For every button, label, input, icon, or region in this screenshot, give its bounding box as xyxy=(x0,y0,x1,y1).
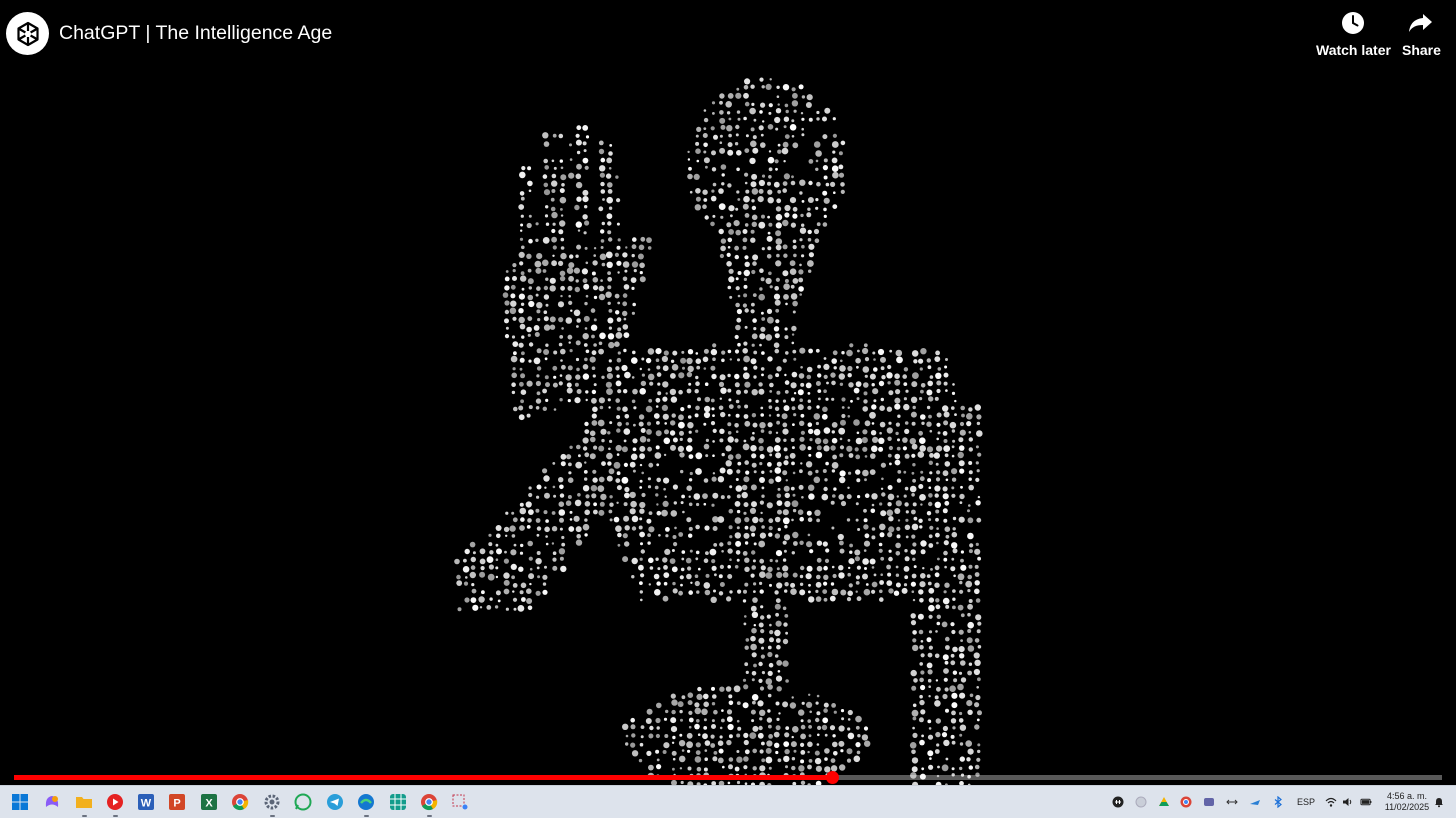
openai-logo-icon xyxy=(16,21,39,46)
gear-icon xyxy=(264,794,280,810)
system-clock[interactable]: 4:56 a. m. 11/02/2025 xyxy=(1378,791,1436,813)
arrows-tray-icon[interactable] xyxy=(1226,796,1238,808)
edge-icon xyxy=(358,794,374,810)
skeleton-dot-figure xyxy=(454,77,983,785)
whatsapp-icon xyxy=(294,793,312,811)
clock-date: 11/02/2025 xyxy=(1384,802,1430,812)
folder-icon xyxy=(76,797,92,808)
video-top-overlay: ChatGPT | The Intelligence Age Watch lat… xyxy=(0,0,1456,70)
circle-tray-icon[interactable] xyxy=(1135,796,1147,808)
bluetooth-icon[interactable] xyxy=(1272,796,1284,808)
powerpoint-icon: P xyxy=(169,794,185,810)
progress-bar[interactable] xyxy=(14,771,1442,784)
drive-tray-icon[interactable] xyxy=(1158,796,1170,808)
taskbar-powerpoint-button[interactable]: P xyxy=(168,793,186,811)
video-player[interactable]: ChatGPT | The Intelligence Age Watch lat… xyxy=(0,0,1456,785)
taskbar-snipping-tool-button[interactable] xyxy=(451,793,469,811)
teams-tray-icon[interactable] xyxy=(1203,796,1215,808)
taskbar-whatsapp-button[interactable] xyxy=(294,793,312,811)
volume-icon[interactable] xyxy=(1342,796,1354,808)
progress-played xyxy=(14,775,833,780)
cloud-tray-icon[interactable] xyxy=(1249,796,1261,808)
taskbar-file-explorer-button[interactable] xyxy=(75,793,93,817)
taskbar-settings-button[interactable] xyxy=(263,793,281,817)
svg-text:X: X xyxy=(205,798,213,810)
wifi-icon[interactable] xyxy=(1325,796,1337,808)
play-circle-icon xyxy=(107,794,123,810)
share-label: Share xyxy=(1402,42,1441,58)
telegram-icon xyxy=(327,794,343,810)
grid-app-icon xyxy=(390,794,406,810)
taskbar-start-button[interactable] xyxy=(11,793,29,811)
share-button[interactable]: Share xyxy=(1402,8,1441,58)
copilot-icon xyxy=(45,796,59,807)
chrome-icon xyxy=(232,794,249,811)
windows-taskbar: W P X ESP 4:56 a. m. 11/02/2025 xyxy=(0,785,1456,818)
audio-app-tray-icon[interactable] xyxy=(1112,796,1124,808)
share-arrow-icon xyxy=(1409,14,1433,32)
svg-text:P: P xyxy=(173,798,180,810)
battery-icon[interactable] xyxy=(1360,796,1372,808)
watch-later-button[interactable]: Watch later xyxy=(1316,8,1391,58)
svg-text:W: W xyxy=(141,798,152,810)
snip-icon xyxy=(452,794,468,810)
taskbar-chrome-button[interactable] xyxy=(231,793,249,811)
taskbar-youtube-music-button[interactable] xyxy=(106,793,124,817)
channel-avatar[interactable] xyxy=(6,12,49,55)
notification-bell-icon[interactable] xyxy=(1433,796,1445,808)
input-language[interactable]: ESP xyxy=(1297,797,1315,807)
taskbar-word-button[interactable]: W xyxy=(137,793,155,811)
windows-icon xyxy=(12,794,28,810)
chrome-icon xyxy=(421,794,438,811)
taskbar-calculator-grid-button[interactable] xyxy=(389,793,407,811)
watch-later-label: Watch later xyxy=(1316,42,1391,58)
taskbar-chrome-profile-button[interactable] xyxy=(420,793,438,817)
chrome-tray-icon[interactable] xyxy=(1180,796,1192,808)
clock-icon xyxy=(1342,12,1365,34)
taskbar-copilot-button[interactable] xyxy=(43,793,61,811)
taskbar-telegram-button[interactable] xyxy=(326,793,344,811)
taskbar-excel-button[interactable]: X xyxy=(200,793,218,811)
clock-time: 4:56 a. m. xyxy=(1386,791,1428,801)
taskbar-edge-button[interactable] xyxy=(357,793,375,817)
word-icon: W xyxy=(138,794,154,810)
video-title[interactable]: ChatGPT | The Intelligence Age xyxy=(59,22,332,45)
excel-icon: X xyxy=(201,794,217,810)
video-frame xyxy=(454,77,983,785)
